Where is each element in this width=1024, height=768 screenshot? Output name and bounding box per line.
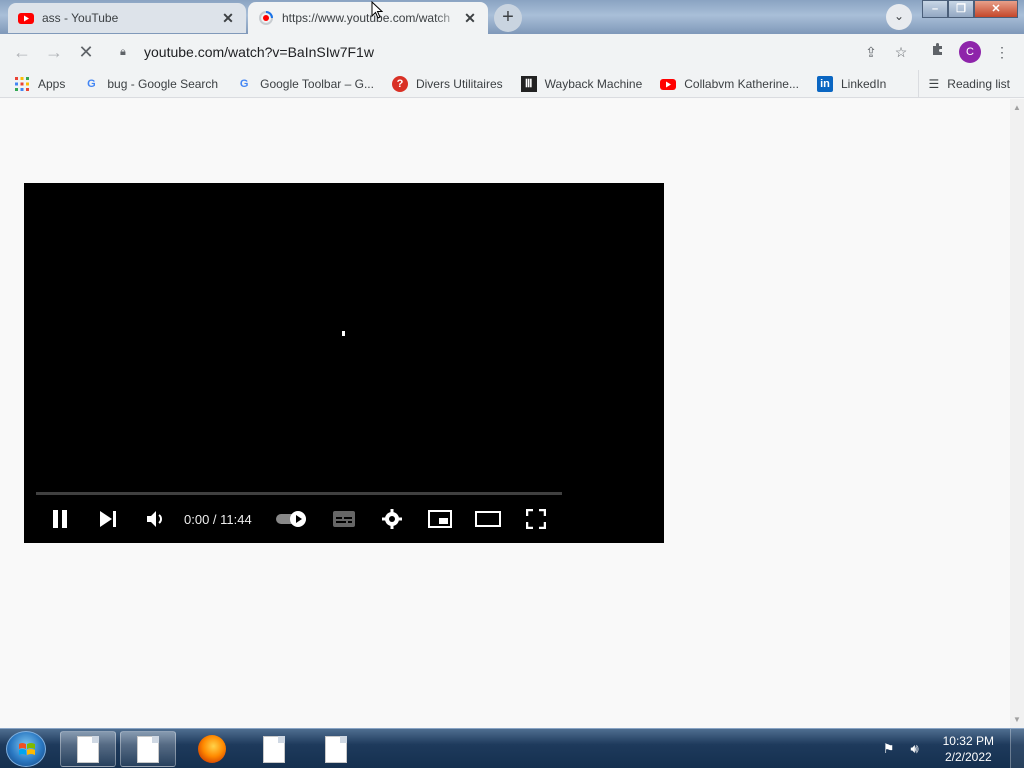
- reading-list-label: Reading list: [947, 77, 1010, 91]
- time-separator: /: [209, 511, 221, 527]
- tab-strip: ass - YouTube ✕ https://www.youtube.com/…: [0, 0, 1024, 34]
- loading-icon: [259, 11, 273, 25]
- taskbar-document-2[interactable]: [120, 731, 176, 767]
- bookmark-apps[interactable]: Apps: [14, 76, 65, 92]
- player-controls: 0:00 / 11:44: [36, 503, 560, 535]
- taskbar-document-4[interactable]: [308, 731, 364, 767]
- tab-search-chevron-icon[interactable]: ⌄: [886, 4, 912, 30]
- bookmark-label: Divers Utilitaires: [415, 76, 503, 91]
- bookmark-label: Wayback Machine: [544, 76, 643, 91]
- theater-mode-icon[interactable]: [464, 503, 512, 535]
- duration: 11:44: [220, 511, 252, 527]
- forward-arrow-icon[interactable]: →: [38, 36, 70, 68]
- document-icon: [325, 735, 347, 763]
- video-progress-bar[interactable]: [36, 492, 562, 495]
- archive-icon: Ⅲ: [520, 75, 537, 92]
- video-player[interactable]: 0:00 / 11:44: [24, 183, 664, 543]
- page-content: 0:00 / 11:44: [0, 99, 1010, 728]
- minimize-button[interactable]: –: [922, 0, 948, 18]
- bookmark-wayback-machine[interactable]: Ⅲ Wayback Machine: [520, 75, 643, 92]
- tab-close-icon[interactable]: ✕: [462, 10, 478, 26]
- action-center-flag-icon[interactable]: ⚑: [879, 741, 899, 757]
- miniplayer-icon[interactable]: [416, 503, 464, 535]
- bookmarks-bar: Apps G bug - Google Search G Google Tool…: [0, 70, 1024, 98]
- browser-toolbar: ← → ✕ 🔒︎ youtube.com/watch?v=BaInSIw7F1w…: [0, 34, 1024, 70]
- extensions-puzzle-icon[interactable]: [926, 40, 950, 64]
- system-tray: ⚑ 🔊︎ 10:32 PM 2/2/2022: [879, 729, 1024, 768]
- bookmark-label: Google Toolbar – G...: [260, 76, 374, 91]
- scroll-down-icon[interactable]: ▼: [1013, 715, 1021, 724]
- firefox-icon: [198, 735, 226, 763]
- bookmark-star-icon[interactable]: ☆: [886, 44, 916, 61]
- show-desktop-button[interactable]: [1010, 729, 1024, 768]
- start-button[interactable]: [6, 731, 46, 767]
- loading-spinner: [342, 331, 345, 336]
- fullscreen-icon[interactable]: [512, 503, 560, 535]
- bookmark-label: bug - Google Search: [107, 76, 219, 91]
- subtitles-icon[interactable]: [320, 503, 368, 535]
- document-icon: [263, 735, 285, 763]
- taskbar-firefox[interactable]: [184, 731, 240, 767]
- current-time: 0:00: [184, 511, 210, 527]
- youtube-icon: [660, 78, 677, 90]
- question-icon: ?: [391, 75, 408, 92]
- clock-date: 2/2/2022: [944, 750, 992, 764]
- linkedin-icon: in: [816, 75, 833, 92]
- clock[interactable]: 10:32 PM 2/2/2022: [943, 733, 994, 765]
- pause-icon[interactable]: [36, 503, 84, 535]
- settings-gear-icon[interactable]: [368, 503, 416, 535]
- bookmark-divers-utilitaires[interactable]: ? Divers Utilitaires: [391, 75, 503, 92]
- bookmark-label: Collabvm Katherine...: [684, 76, 799, 91]
- google-icon: G: [87, 77, 96, 90]
- scroll-up-icon[interactable]: ▲: [1013, 103, 1021, 112]
- time-display: 0:00 / 11:44: [184, 512, 252, 527]
- bookmark-label: LinkedIn: [840, 76, 887, 91]
- bookmark-collabvm[interactable]: Collabvm Katherine...: [660, 76, 799, 92]
- youtube-icon: [18, 13, 34, 24]
- taskbar-document-3[interactable]: [246, 731, 302, 767]
- lock-icon[interactable]: 🔒︎: [120, 46, 134, 59]
- back-arrow-icon[interactable]: ←: [6, 36, 38, 68]
- new-tab-button[interactable]: +: [494, 4, 522, 32]
- clock-time: 10:32 PM: [942, 734, 994, 748]
- menu-kebab-icon[interactable]: ⋮: [990, 40, 1014, 64]
- stop-loading-icon[interactable]: ✕: [70, 36, 102, 68]
- windows-logo-icon: [19, 743, 35, 755]
- reading-list-icon: ☰: [928, 77, 940, 91]
- reading-list-button[interactable]: ☰ Reading list: [917, 70, 1010, 98]
- volume-tray-icon[interactable]: 🔊︎: [905, 741, 925, 757]
- next-video-icon[interactable]: [84, 503, 132, 535]
- tab-current[interactable]: https://www.youtube.com/watch ✕: [248, 2, 488, 34]
- restore-button[interactable]: ❐: [948, 0, 974, 18]
- profile-avatar[interactable]: C: [959, 41, 981, 63]
- bookmark-google-toolbar[interactable]: G Google Toolbar – G...: [236, 76, 374, 92]
- tab-title: ass - YouTube: [42, 11, 119, 25]
- volume-icon[interactable]: [132, 503, 180, 535]
- bookmark-linkedin[interactable]: in LinkedIn: [816, 75, 887, 92]
- bookmark-label: Apps: [38, 76, 66, 91]
- autoplay-toggle[interactable]: [275, 511, 310, 527]
- document-icon: [77, 735, 99, 763]
- document-icon: [137, 735, 159, 763]
- autoplay-play-icon: [289, 511, 306, 527]
- window-controls: – ❐ ✕: [922, 0, 1018, 18]
- share-icon[interactable]: ⇪: [856, 44, 886, 61]
- tab-close-icon[interactable]: ✕: [220, 10, 236, 26]
- google-icon: G: [239, 77, 249, 90]
- url-text[interactable]: youtube.com/watch?v=BaInSIw7F1w: [144, 44, 856, 60]
- mouse-cursor-icon: [371, 1, 383, 19]
- window-close-button[interactable]: ✕: [974, 0, 1018, 18]
- address-bar[interactable]: 🔒︎ youtube.com/watch?v=BaInSIw7F1w ⇪ ☆: [110, 38, 916, 66]
- bookmark-bug-google-search[interactable]: G bug - Google Search: [83, 76, 218, 92]
- taskbar: ⚑ 🔊︎ 10:32 PM 2/2/2022: [0, 728, 1024, 768]
- taskbar-document-1[interactable]: [60, 731, 116, 767]
- apps-grid-icon: [15, 76, 29, 91]
- page-scrollbar[interactable]: ▲ ▼: [1010, 99, 1024, 728]
- tab-youtube-ass[interactable]: ass - YouTube ✕: [8, 3, 246, 33]
